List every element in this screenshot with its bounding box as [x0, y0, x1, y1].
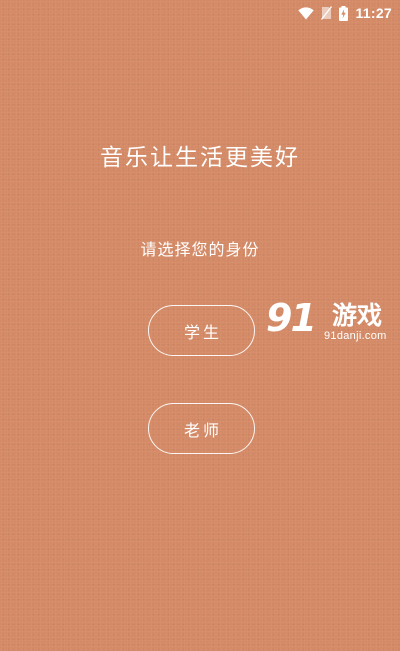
- status-time: 11:27: [355, 5, 392, 21]
- watermark-url: 91danji.com: [324, 330, 387, 342]
- watermark-name: 游戏: [332, 301, 383, 330]
- wifi-icon: [298, 6, 315, 20]
- student-button[interactable]: 学生: [148, 305, 255, 356]
- choose-identity-prompt: 请选择您的身份: [140, 240, 260, 259]
- watermark-logo: 91: [266, 296, 317, 340]
- battery-charging-icon: [339, 5, 349, 21]
- teacher-button[interactable]: 老师: [148, 403, 255, 454]
- watermark: 91 游戏 91danji.com: [266, 298, 400, 348]
- status-bar: 11:27: [0, 0, 400, 26]
- slogan-text: 音乐让生活更美好: [100, 145, 300, 171]
- no-sim-icon: [321, 6, 333, 20]
